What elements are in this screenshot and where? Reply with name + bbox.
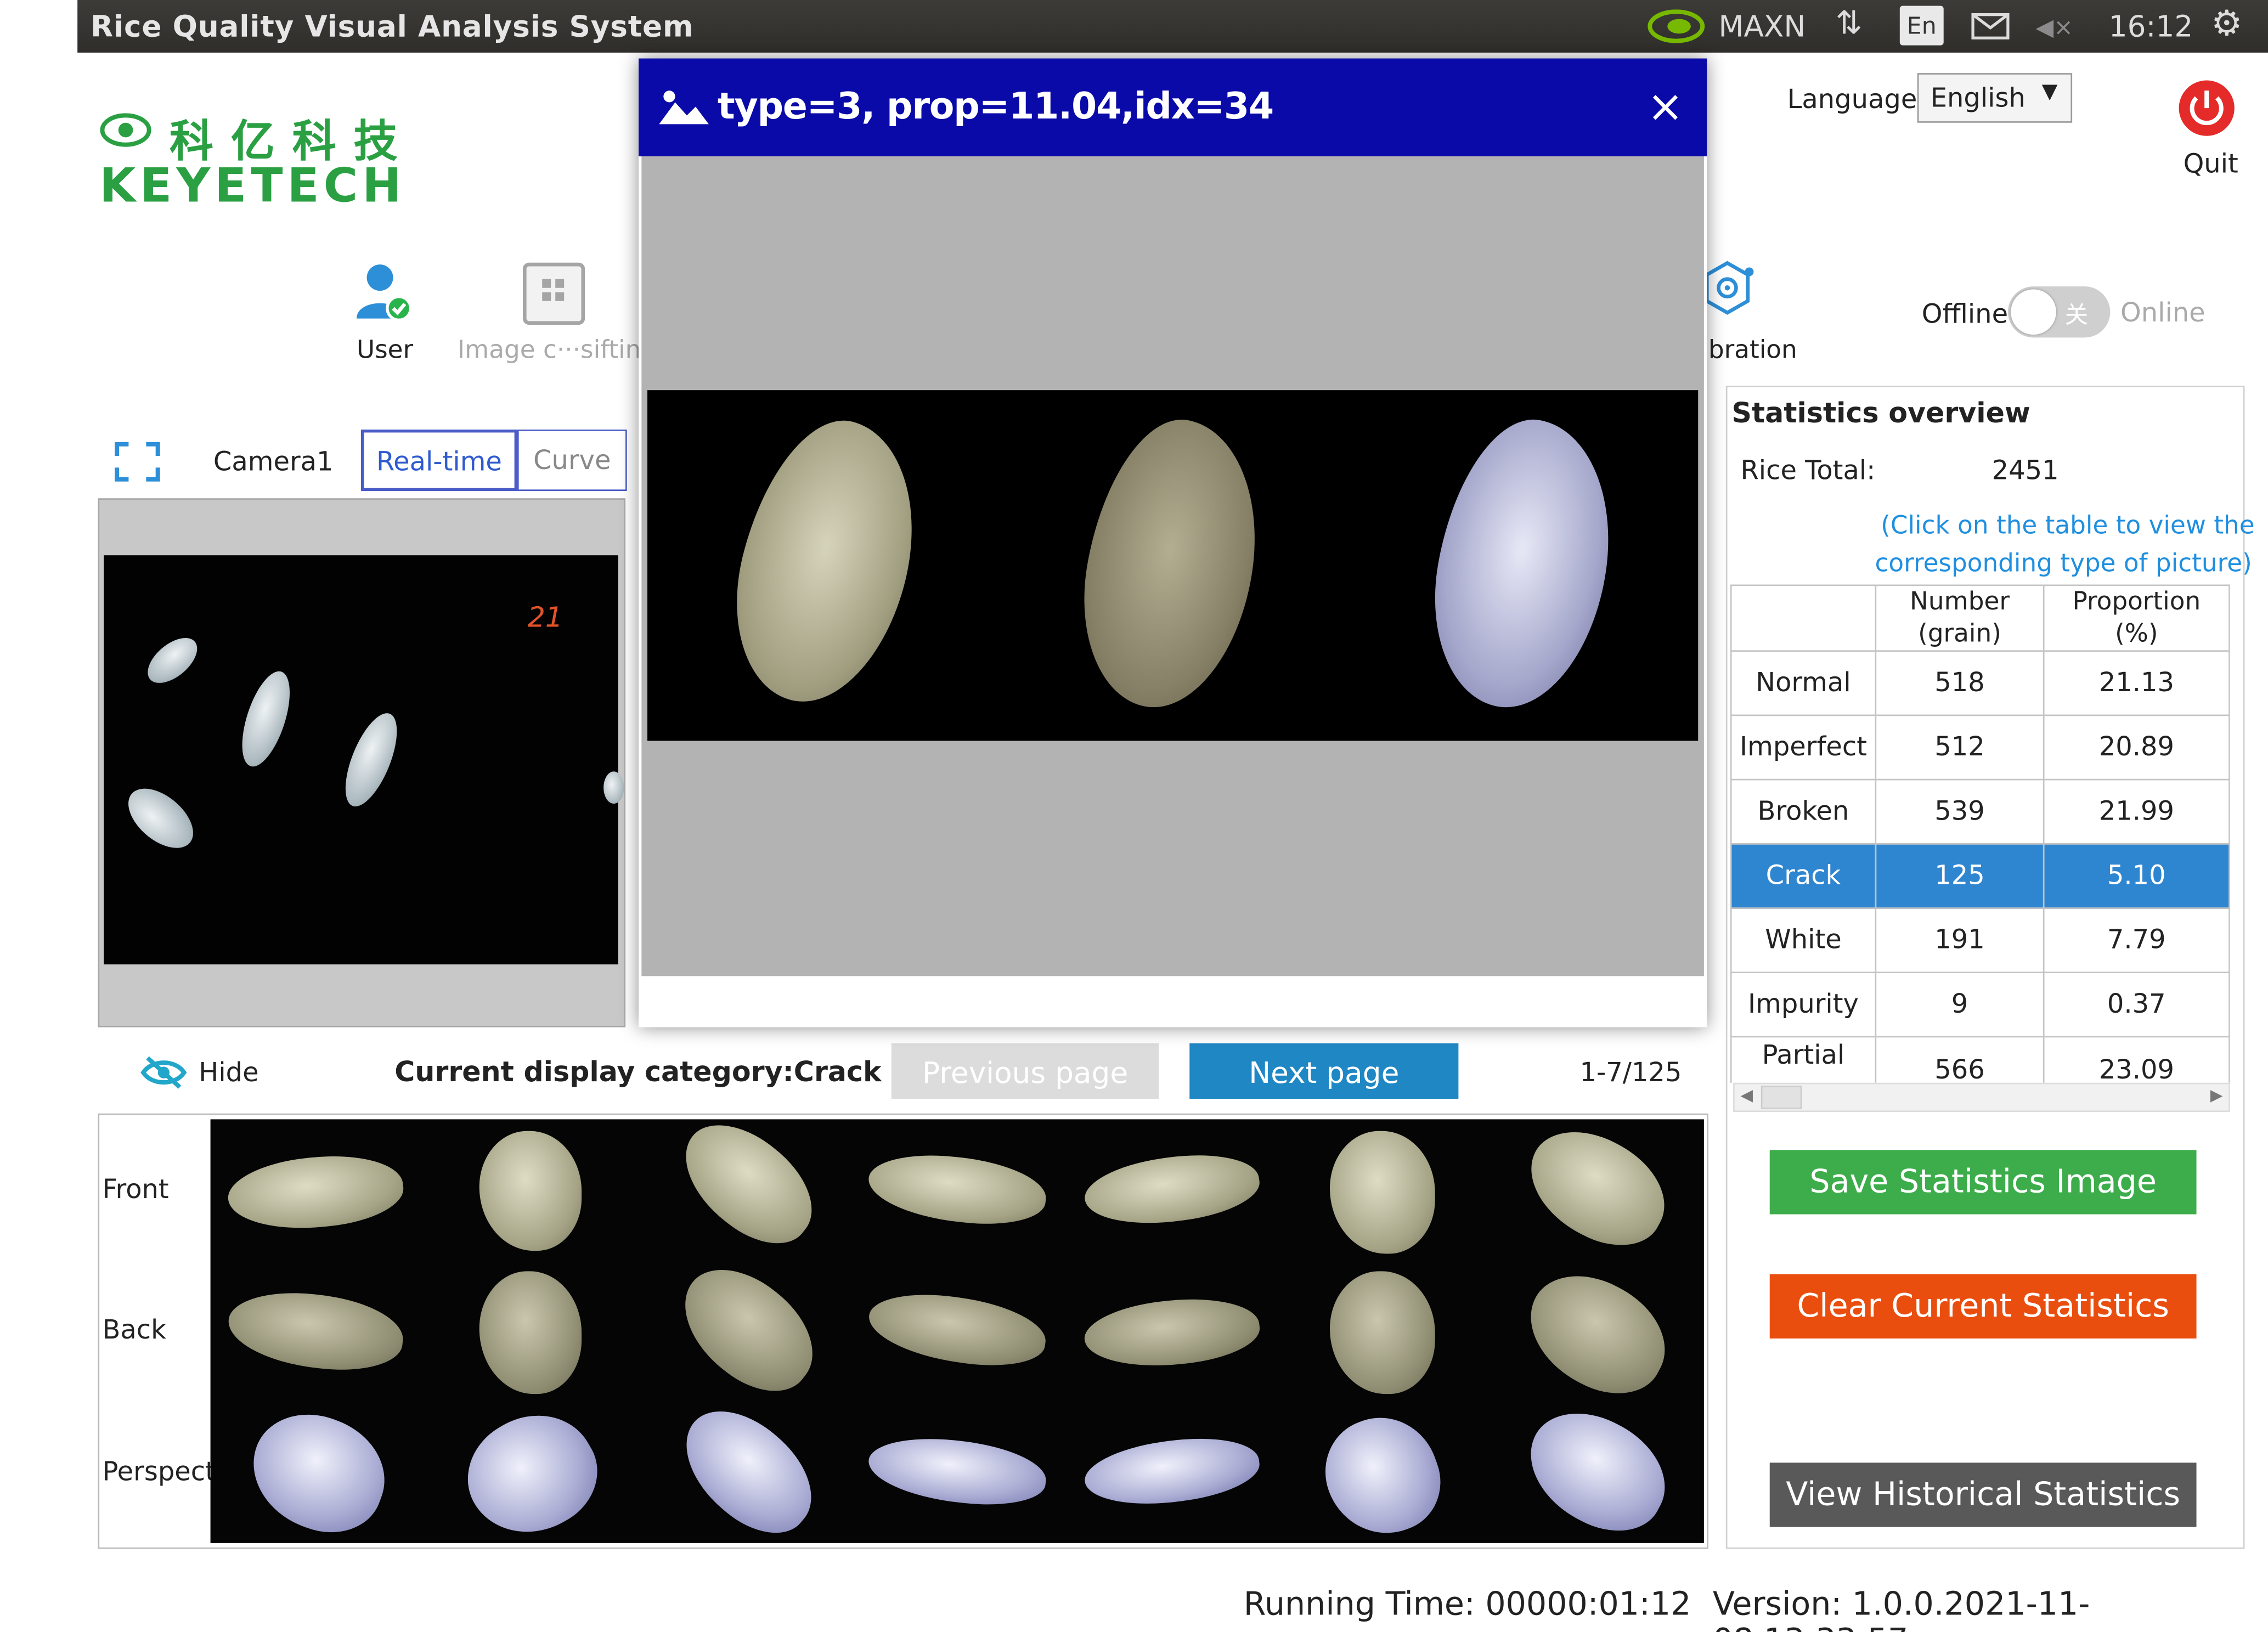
image-sifting-icon[interactable] bbox=[522, 262, 586, 332]
header-proportion-line1: Proportion bbox=[2072, 587, 2201, 617]
row-proportion: 21.99 bbox=[2043, 778, 2230, 845]
table-row-impurity[interactable]: Impurity 9 0.37 bbox=[1730, 972, 2230, 1038]
toggle-knob[interactable] bbox=[2011, 289, 2056, 335]
chevron-down-icon: ▼ bbox=[2041, 80, 2058, 104]
toolbar-image-sifting-label[interactable]: Image c···siftin bbox=[458, 336, 641, 365]
table-hint-line2: corresponding type of picture) bbox=[1875, 549, 2252, 579]
statistics-table-viewport: Number (grain) Proportion (%) Normal 518 21.… bbox=[1730, 584, 2230, 1083]
left-margin bbox=[0, 0, 78, 1632]
version-info: Version: 1.0.0.2021-11-08.13:33:57 bbox=[1712, 1586, 2090, 1632]
quit-label[interactable]: Quit bbox=[2184, 149, 2238, 180]
next-page-button[interactable]: Next page bbox=[1189, 1043, 1459, 1099]
page-info: 1-7/125 bbox=[1579, 1058, 1682, 1089]
row-number: 512 bbox=[1875, 714, 2045, 781]
table-hint-line1: (Click on the table to view the bbox=[1881, 511, 2255, 541]
statistics-title: Statistics overview bbox=[1731, 397, 2030, 430]
row-proportion: 7.79 bbox=[2043, 907, 2230, 974]
scroll-thumb[interactable] bbox=[1761, 1086, 1802, 1109]
current-category: Current display category:Crack bbox=[394, 1056, 882, 1089]
language-selected-value: English bbox=[1930, 83, 2026, 114]
table-row-white[interactable]: White 191 7.79 bbox=[1730, 907, 2230, 974]
running-time: Running Time: 00000:01:12 bbox=[1243, 1586, 1691, 1624]
grain-gallery-image[interactable] bbox=[210, 1104, 1704, 1556]
table-row-partial[interactable]: Partial 566 23.09 bbox=[1730, 1036, 2230, 1083]
fullscreen-icon[interactable] bbox=[114, 441, 161, 488]
settings-power-icon[interactable]: ⚙ bbox=[2211, 3, 2242, 44]
frame-counter: 21 bbox=[527, 602, 563, 635]
header-empty bbox=[1730, 584, 1877, 652]
rice-total-label: Rice Total: bbox=[1740, 456, 1876, 487]
row-proportion: 20.89 bbox=[2043, 714, 2230, 781]
table-header-row: Number (grain) Proportion (%) bbox=[1730, 584, 2230, 652]
row-name: Partial bbox=[1730, 1036, 1877, 1083]
tab-real-time[interactable]: Real-time bbox=[360, 430, 517, 492]
clock[interactable]: 16:12 bbox=[2109, 9, 2193, 44]
window-title: Rice Quality Visual Analysis System bbox=[91, 8, 694, 44]
language-select[interactable]: English ▼ bbox=[1917, 73, 2073, 123]
row-number: 191 bbox=[1875, 907, 2045, 974]
row-proportion: 23.09 bbox=[2043, 1036, 2230, 1083]
previous-page-button[interactable]: Previous page bbox=[891, 1043, 1159, 1099]
offline-label: Offline bbox=[1921, 300, 2009, 330]
power-mode-indicator[interactable]: MAXN bbox=[1719, 9, 1806, 44]
view-historical-statistics-button[interactable]: View Historical Statistics bbox=[1769, 1462, 2197, 1527]
toggle-state-text: 关 bbox=[2064, 301, 2089, 329]
header-proportion: Proportion (%) bbox=[2043, 584, 2230, 652]
row-name: Imperfect bbox=[1730, 714, 1877, 781]
calibration-icon[interactable] bbox=[1704, 260, 1763, 327]
scroll-right-icon[interactable]: ▶ bbox=[2210, 1086, 2223, 1105]
header-number-line2: (grain) bbox=[1918, 619, 2001, 649]
scroll-left-icon[interactable]: ◀ bbox=[1740, 1086, 1753, 1105]
row-number: 566 bbox=[1875, 1036, 2045, 1083]
row-name: Impurity bbox=[1730, 972, 1877, 1038]
image-icon bbox=[658, 88, 710, 132]
row-proportion: 21.13 bbox=[2043, 650, 2230, 716]
row-name: Broken bbox=[1730, 778, 1877, 845]
tab-curve[interactable]: Curve bbox=[517, 430, 627, 492]
row-proportion: 0.37 bbox=[2043, 972, 2230, 1038]
eye-hide-icon[interactable] bbox=[140, 1055, 187, 1096]
hide-label[interactable]: Hide bbox=[199, 1058, 258, 1089]
clear-current-statistics-button[interactable]: Clear Current Statistics bbox=[1769, 1274, 2197, 1339]
row-label-back: Back bbox=[102, 1315, 166, 1346]
dialog-grain-image[interactable] bbox=[647, 390, 1699, 741]
table-horizontal-scrollbar[interactable]: ◀ ▶ bbox=[1733, 1082, 2230, 1113]
camera-name: Camera1 bbox=[213, 447, 334, 478]
online-label: Online bbox=[2120, 298, 2205, 329]
volume-muted-icon[interactable]: ◀× bbox=[2036, 13, 2074, 41]
statistics-table[interactable]: Number (grain) Proportion (%) Normal 518 21.… bbox=[1730, 584, 2230, 1083]
toolbar-calibration-label[interactable]: bration bbox=[1708, 336, 1797, 365]
table-row-broken[interactable]: Broken 539 21.99 bbox=[1730, 778, 2230, 845]
logo-english: KEYETECH bbox=[99, 157, 406, 213]
network-icon[interactable]: ⇅ bbox=[1836, 6, 1863, 43]
row-number: 518 bbox=[1875, 650, 2045, 716]
header-number-line1: Number bbox=[1910, 587, 2010, 617]
table-row-crack[interactable]: Crack 125 5.10 bbox=[1730, 843, 2230, 909]
keyboard-layout-indicator[interactable]: En bbox=[1899, 5, 1944, 46]
nvidia-icon[interactable] bbox=[1647, 9, 1706, 50]
row-number: 9 bbox=[1875, 972, 2045, 1038]
row-label-perspective: Perspecti bbox=[102, 1456, 223, 1488]
row-name: Normal bbox=[1730, 650, 1877, 716]
row-number: 125 bbox=[1875, 843, 2045, 909]
row-name: Crack bbox=[1730, 843, 1877, 909]
save-statistics-image-button[interactable]: Save Statistics Image bbox=[1769, 1150, 2197, 1215]
toolbar-user-label[interactable]: User bbox=[357, 336, 413, 365]
dialog-title: type=3, prop=11.04,idx=34 bbox=[717, 84, 1274, 127]
row-label-front: Front bbox=[102, 1174, 169, 1206]
mail-icon[interactable] bbox=[1971, 13, 2010, 46]
row-name: White bbox=[1730, 907, 1877, 974]
header-number: Number (grain) bbox=[1875, 584, 2045, 652]
table-row-normal[interactable]: Normal 518 21.13 bbox=[1730, 650, 2230, 716]
user-icon[interactable] bbox=[351, 260, 415, 330]
power-off-icon[interactable] bbox=[2177, 79, 2236, 143]
table-row-imperfect[interactable]: Imperfect 512 20.89 bbox=[1730, 714, 2230, 781]
rice-total-value: 2451 bbox=[1991, 456, 2059, 487]
logo-eye-icon bbox=[99, 111, 152, 155]
close-icon[interactable]: × bbox=[1647, 82, 1684, 133]
row-number: 539 bbox=[1875, 778, 2045, 845]
language-label: Language bbox=[1787, 84, 1917, 116]
row-proportion: 5.10 bbox=[2043, 843, 2230, 909]
header-proportion-line2: (%) bbox=[2115, 619, 2158, 649]
